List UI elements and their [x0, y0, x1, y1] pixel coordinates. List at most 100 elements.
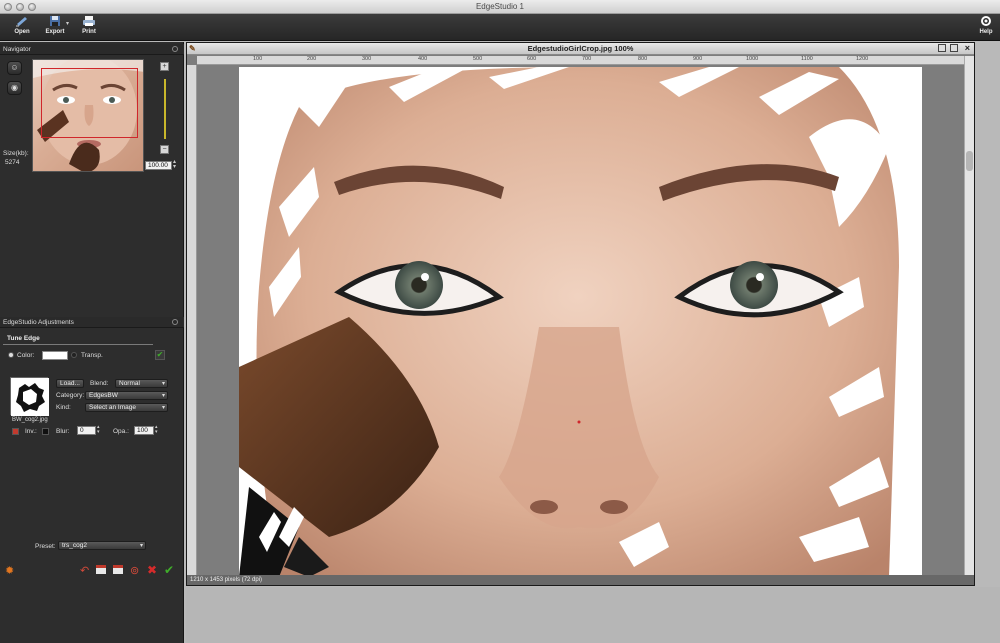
print-button[interactable]: Print: [75, 15, 103, 35]
check-icon: ✔: [156, 350, 164, 359]
open-label: Open: [14, 29, 30, 35]
blur-stepper-icon[interactable]: ▴ ▾: [97, 425, 100, 435]
blur-field[interactable]: 0: [77, 426, 96, 435]
ruler-tick: 1000: [746, 56, 759, 62]
ruler-tick: 700: [582, 56, 592, 62]
blur-value: 0: [80, 427, 84, 434]
adjustments-title: EdgeStudio Adjustments: [3, 319, 74, 326]
editor-maximize-button[interactable]: [950, 44, 958, 52]
export-button[interactable]: Export: [41, 15, 69, 35]
image-canvas[interactable]: [239, 67, 922, 577]
scrollbar-thumb[interactable]: [966, 151, 973, 171]
fit-view-button[interactable]: ☺: [7, 61, 22, 75]
zoom-out-label: −: [162, 146, 167, 153]
size-label: Size(kb):: [3, 150, 29, 157]
ruler-tick: 300: [362, 56, 372, 62]
category-select[interactable]: EdgesBW ▾: [85, 391, 168, 400]
editor-close-icon[interactable]: ×: [965, 42, 970, 54]
image-editor-window: ✎ EdgestudioGirlCrop.jpg 100% × 100 200 …: [186, 42, 975, 586]
target-icon: ◉: [11, 83, 18, 92]
category-label: Category:: [56, 392, 85, 399]
export-dropdown-icon[interactable]: ▾: [66, 20, 69, 27]
cancel-icon[interactable]: ✖: [147, 563, 157, 577]
enable-checkbox[interactable]: ✔: [155, 350, 165, 360]
ruler-tick: 1200: [856, 56, 869, 62]
face-icon: ☺: [10, 63, 19, 72]
chevron-down-icon: ▾: [139, 543, 143, 549]
zoom-value: 100.00: [148, 162, 168, 169]
horizontal-ruler: 100 200 300 400 500 600 700 800 900 1000…: [197, 56, 964, 65]
save-preset-icon[interactable]: [96, 565, 106, 574]
preset-label: Preset:: [35, 543, 56, 550]
transp-label: Transp.: [81, 352, 103, 359]
ruler-tick: 600: [527, 56, 537, 62]
kind-value: Select an Image: [89, 404, 136, 411]
close-window-button[interactable]: [4, 3, 12, 11]
load-button[interactable]: Load...: [56, 379, 84, 388]
chevron-down-icon: ▾: [161, 393, 165, 399]
navigator-view-rectangle[interactable]: [41, 68, 138, 138]
apply-icon[interactable]: ✔: [164, 563, 174, 577]
zoom-in-button[interactable]: +: [160, 62, 169, 71]
print-icon: [83, 16, 95, 26]
color-radio[interactable]: [8, 352, 14, 358]
opacity-stepper-icon[interactable]: ▴ ▾: [155, 425, 158, 435]
vertical-scrollbar[interactable]: [964, 56, 974, 575]
opacity-field[interactable]: 100: [134, 426, 154, 435]
reset-icon[interactable]: ⊚: [130, 564, 139, 577]
invert-color-swatch[interactable]: [12, 428, 19, 435]
tab-tune-edge-label: Tune Edge: [7, 335, 40, 342]
tab-tune-edge[interactable]: Tune Edge: [3, 332, 153, 345]
ruler-tick: 900: [693, 56, 703, 62]
ruler-tick: 200: [307, 56, 317, 62]
zoom-value-field[interactable]: 100.00: [145, 161, 172, 170]
zoom-stepper-icon[interactable]: ▴ ▾: [173, 159, 176, 170]
open-button[interactable]: Open: [8, 15, 36, 35]
vertical-ruler: [187, 65, 197, 575]
category-value: EdgesBW: [89, 392, 118, 399]
chevron-down-icon: ▾: [161, 405, 165, 411]
face-photo: [239, 67, 899, 577]
export-icon: [50, 16, 60, 26]
preset-select[interactable]: trs_cog2 ▾: [58, 541, 146, 550]
minimize-window-button[interactable]: [16, 3, 24, 11]
load-label: Load...: [60, 380, 80, 387]
blend-value: Normal: [119, 380, 140, 387]
chevron-down-icon: ▾: [161, 381, 165, 387]
title-bar: EdgeStudio 1: [0, 0, 1000, 14]
invert-checkbox[interactable]: [42, 428, 49, 435]
navigator-title: Navigator: [3, 46, 31, 53]
zoom-slider[interactable]: [164, 79, 166, 139]
navigator-detach-icon[interactable]: [172, 46, 178, 52]
navigator-thumbnail[interactable]: [32, 59, 144, 172]
inv-label: Inv.:: [25, 428, 37, 435]
zoom-in-label: +: [162, 63, 167, 70]
color-swatch[interactable]: [42, 351, 68, 360]
image-dimensions: 1210 x 1453 pixels (72 dpi): [190, 577, 263, 583]
undo-icon[interactable]: ↶: [80, 564, 89, 577]
editor-title-bar: ✎ EdgestudioGirlCrop.jpg 100% ×: [187, 43, 974, 55]
opa-label: Opa.:: [113, 428, 129, 435]
window-title: EdgeStudio 1: [475, 2, 525, 11]
editor-title: EdgestudioGirlCrop.jpg 100%: [527, 44, 634, 53]
edge-mask-thumbnail[interactable]: [10, 377, 49, 416]
adjustments-detach-icon[interactable]: [172, 319, 178, 325]
blend-select[interactable]: Normal ▾: [115, 379, 168, 388]
load-preset-icon[interactable]: [113, 565, 123, 574]
editor-minimize-button[interactable]: [938, 44, 946, 52]
help-button[interactable]: Help: [972, 15, 1000, 35]
size-value: 5274: [5, 159, 20, 166]
ruler-tick: 100: [253, 56, 263, 62]
blur-label: Blur:: [56, 428, 70, 435]
brush-tool-icon[interactable]: ✎: [189, 43, 196, 55]
workspace-background: [186, 587, 1000, 643]
zoom-window-button[interactable]: [28, 3, 36, 11]
transp-radio[interactable]: [71, 352, 77, 358]
blend-label: Blend:: [90, 380, 109, 387]
kind-select[interactable]: Select an Image ▾: [85, 403, 168, 412]
zoom-out-button[interactable]: −: [160, 145, 169, 154]
opacity-value: 100: [137, 427, 148, 434]
editor-status-bar: 1210 x 1453 pixels (72 dpi): [187, 575, 974, 585]
actual-size-button[interactable]: ◉: [7, 81, 22, 95]
settings-gear-icon[interactable]: ✹: [5, 564, 14, 577]
